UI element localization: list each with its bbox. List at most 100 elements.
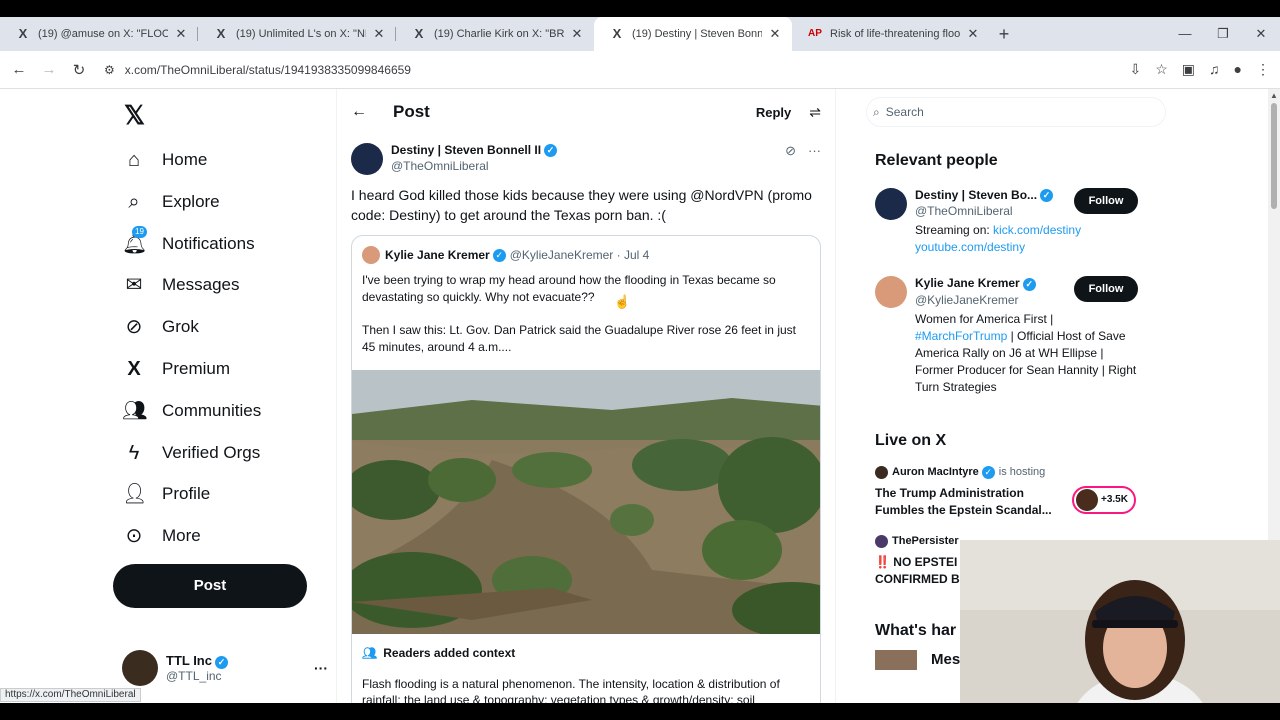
- quoted-tweet[interactable]: Kylie Jane Kremer ✓ @KylieJaneKremer · J…: [351, 235, 821, 703]
- search-placeholder: Search: [885, 105, 924, 119]
- account-handle: @TTL_inc: [166, 668, 222, 683]
- nav-label: More: [162, 526, 201, 545]
- listener-count-text: +3.5K: [1101, 494, 1128, 506]
- reading-mode-icon[interactable]: ▣: [1182, 61, 1195, 78]
- reply-button[interactable]: Reply: [756, 105, 791, 120]
- flood-photo[interactable]: [352, 370, 820, 634]
- tab-title: (19) Unlimited L's on X: "NEW: I: [236, 28, 366, 40]
- install-icon[interactable]: ⇩: [1130, 61, 1142, 78]
- quote-header: Kylie Jane Kremer ✓ @KylieJaneKremer · J…: [352, 236, 820, 264]
- url-field[interactable]: ⚙ x.com/TheOmniLiberal/status/1941938335…: [104, 63, 1130, 77]
- nav-item-grok[interactable]: ⊘ Grok: [122, 307, 199, 347]
- nav-label: Grok: [162, 317, 199, 336]
- main-column: ← Post Reply ⇌ Destiny | Steven Bonnell …: [336, 89, 836, 703]
- sliders-icon[interactable]: ⇌: [809, 104, 821, 121]
- grok-icon[interactable]: ⊘: [785, 143, 796, 159]
- more-dots-icon[interactable]: ···: [808, 143, 821, 159]
- hashtag-link[interactable]: #MarchForTrump: [915, 329, 1007, 343]
- back-icon[interactable]: ←: [4, 61, 34, 78]
- people-icon: 👥︎: [362, 646, 378, 660]
- nav-item-profile[interactable]: 👤︎ Profile: [122, 474, 210, 514]
- nav-item-home[interactable]: ⌂ Home: [122, 140, 207, 180]
- live-space[interactable]: Auron MacIntyre ✓ is hosting The Trump A…: [875, 465, 1166, 519]
- nav-label: Messages: [162, 275, 240, 294]
- site-info-icon[interactable]: ⚙: [104, 63, 115, 77]
- browser-tab-active[interactable]: X (19) Destiny | Steven Bonnell II ✕: [594, 17, 792, 51]
- avatar: [875, 465, 888, 479]
- browser-tab[interactable]: X (19) Unlimited L's on X: "NEW: I ✕: [198, 17, 396, 51]
- back-arrow-icon[interactable]: ←: [351, 103, 367, 121]
- nav-item-more[interactable]: ⊙ More: [122, 516, 201, 556]
- webcam-overlay: [960, 540, 1280, 720]
- bio-link[interactable]: kick.com/destiny: [993, 223, 1081, 237]
- x-favicon-icon: X: [18, 26, 28, 41]
- bell-icon: 🔔︎ 19: [122, 226, 148, 255]
- profile-avatar-icon[interactable]: ●: [1234, 61, 1242, 78]
- address-bar-row: ← → ↻ ⚙ x.com/TheOmniLiberal/status/1941…: [0, 51, 1280, 89]
- x-logo-icon[interactable]: 𝕏: [124, 100, 145, 131]
- community-notes: 👥︎ Readers added context Flash flooding i…: [352, 634, 820, 703]
- avatar[interactable]: [351, 143, 383, 175]
- lightning-icon: ϟ: [128, 442, 140, 464]
- new-tab-icon[interactable]: +: [990, 24, 1018, 45]
- more-dots-icon[interactable]: ···: [314, 660, 328, 676]
- browser-tab[interactable]: AP Risk of life-threatening flooding ✕: [792, 17, 990, 51]
- space-title: The Trump Administration Fumbles the Eps…: [875, 485, 1052, 517]
- reload-icon[interactable]: ↻: [64, 61, 94, 79]
- verified-badge-icon: ✓: [214, 655, 228, 669]
- close-window-icon[interactable]: ✕: [1242, 17, 1280, 51]
- post-header: ← Post Reply ⇌: [337, 89, 835, 135]
- page-title: Post: [393, 102, 430, 121]
- search-input[interactable]: ⌕ Search: [866, 97, 1166, 127]
- person-bio: Streaming on: kick.com/destiny youtube.c…: [915, 222, 1139, 256]
- tab-title: Risk of life-threatening flooding: [830, 28, 960, 40]
- tweet-text: I heard God killed those kids because th…: [351, 187, 812, 223]
- post-button[interactable]: Post: [113, 564, 307, 608]
- ap-favicon-icon: AP: [808, 28, 822, 39]
- account-switcher[interactable]: TTL Inc ✓ @TTL_inc ···: [122, 650, 328, 686]
- browser-menu-icon[interactable]: ⋮: [1256, 61, 1270, 78]
- screen-top-bar: [0, 0, 1280, 17]
- verified-badge-icon: ✓: [981, 465, 995, 479]
- x-favicon-icon: X: [216, 26, 226, 41]
- trend-title: Mes: [931, 651, 961, 669]
- avatar: [875, 188, 907, 220]
- close-icon[interactable]: ✕: [372, 26, 386, 42]
- relevant-person[interactable]: Kylie Jane Kremer ✓ @KylieJaneKremer Wome…: [875, 276, 1166, 395]
- media-icon[interactable]: ♫: [1209, 61, 1220, 78]
- nav-item-communities[interactable]: 👥︎ Communities: [122, 391, 261, 431]
- nav-item-premium[interactable]: X Premium: [122, 349, 230, 389]
- listener-count[interactable]: +3.5K: [1072, 485, 1136, 514]
- nav-item-explore[interactable]: ⌕ Explore: [122, 182, 219, 222]
- account-name: TTL Inc: [166, 653, 212, 669]
- bio-link[interactable]: youtube.com/destiny: [915, 240, 1025, 254]
- space-title-line: ‼️ NO EPSTEI: [875, 554, 958, 569]
- follow-button[interactable]: Follow: [1074, 188, 1138, 214]
- minimize-icon[interactable]: —: [1166, 17, 1204, 51]
- nav-item-notifications[interactable]: 🔔︎ 19 Notifications: [122, 224, 255, 264]
- close-icon[interactable]: ✕: [570, 26, 584, 42]
- nav-item-verified-orgs[interactable]: ϟ Verified Orgs: [122, 433, 261, 473]
- follow-button[interactable]: Follow: [1074, 276, 1138, 303]
- browser-tab[interactable]: X (19) @amuse on X: "FLOODING ✕: [0, 17, 198, 51]
- close-icon[interactable]: ✕: [174, 26, 188, 42]
- browser-tab[interactable]: X (19) Charlie Kirk on X: "BREAKIN ✕: [396, 17, 594, 51]
- close-icon[interactable]: ✕: [966, 26, 980, 42]
- close-icon[interactable]: ✕: [768, 26, 782, 42]
- restore-icon[interactable]: ❐: [1204, 17, 1242, 51]
- forward-icon[interactable]: →: [34, 61, 64, 78]
- scrollbar-thumb[interactable]: [1271, 103, 1277, 209]
- avatar: [875, 534, 888, 548]
- screen-bottom-bar: [0, 703, 1280, 720]
- verified-badge-icon: ✓: [1022, 277, 1036, 291]
- nav-label: Notifications: [162, 234, 255, 253]
- bookmark-star-icon[interactable]: ☆: [1155, 61, 1168, 78]
- nav-item-messages[interactable]: ✉ Messages: [122, 265, 240, 305]
- relevant-person[interactable]: Destiny | Steven Bo... ✓ @TheOmniLiberal …: [875, 188, 1166, 256]
- author-name[interactable]: Destiny | Steven Bonnell II: [391, 143, 541, 157]
- scroll-up-icon[interactable]: ▲: [1270, 91, 1278, 100]
- author-handle[interactable]: @TheOmniLiberal: [391, 159, 557, 173]
- nav-label: Premium: [162, 359, 231, 378]
- person-icon: 👤︎: [122, 483, 148, 505]
- verified-badge-icon: ✓: [492, 248, 506, 262]
